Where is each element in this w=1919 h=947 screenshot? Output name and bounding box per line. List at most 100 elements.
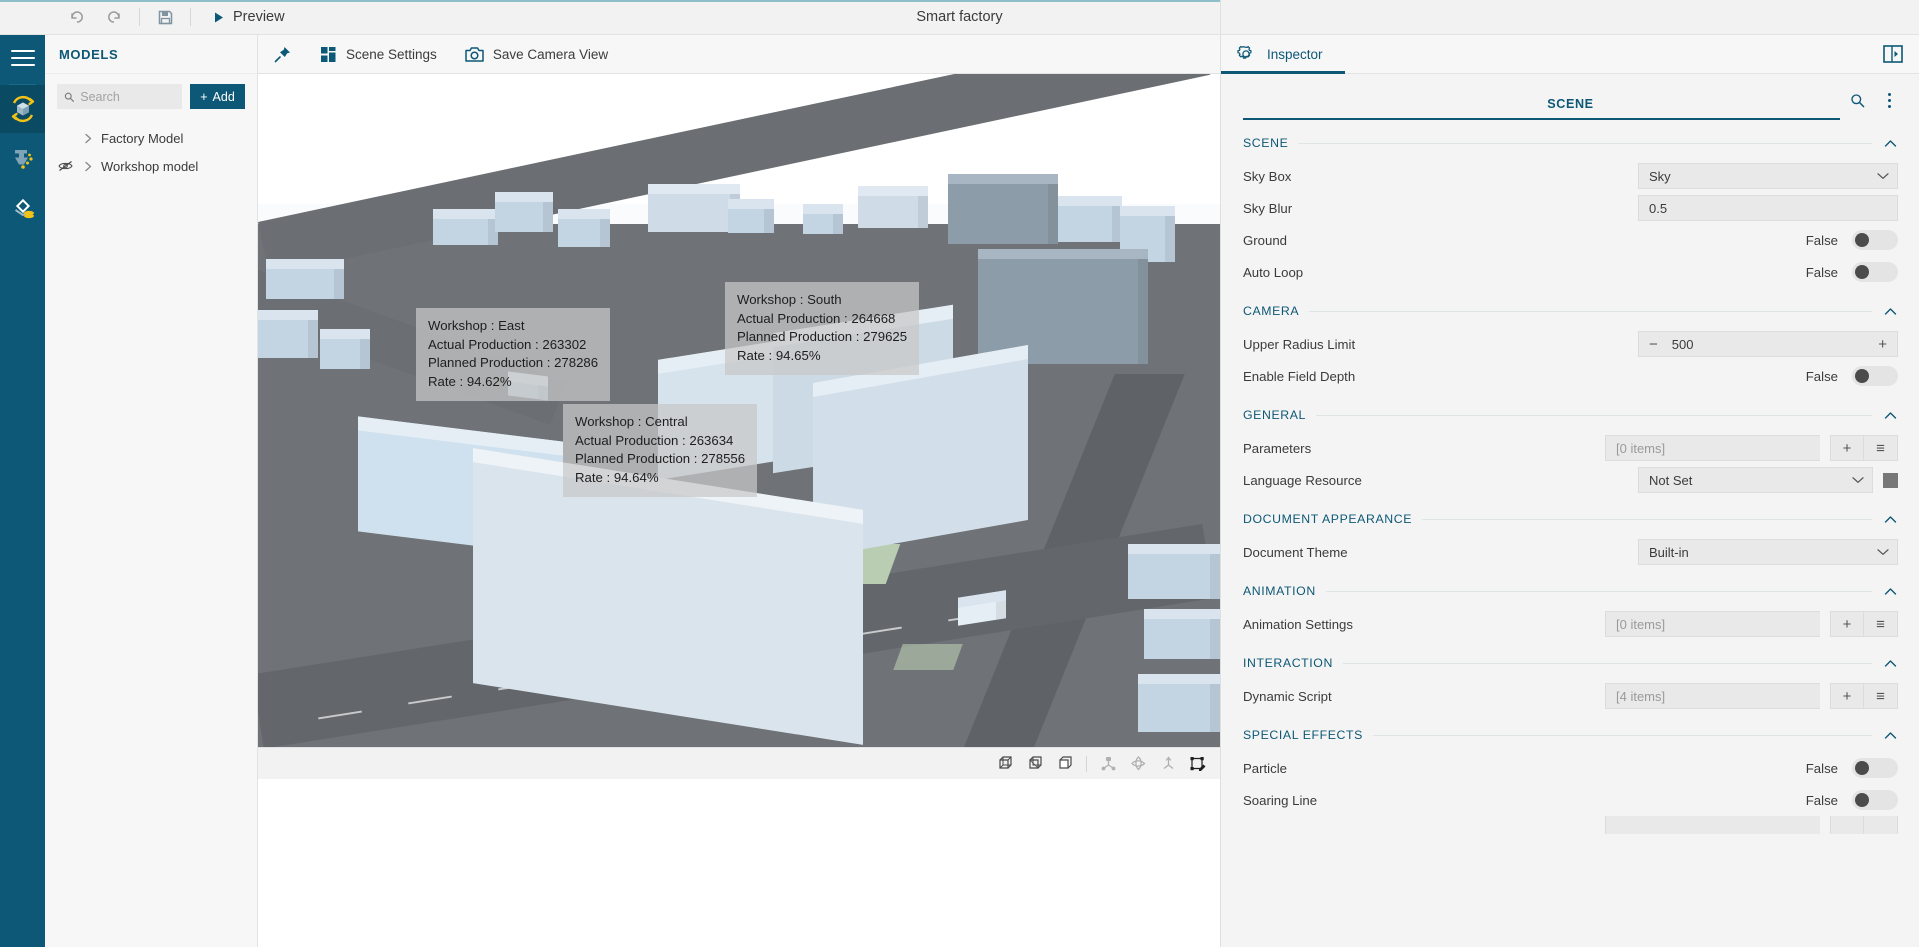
section-header-scene[interactable]: SCENE: [1221, 126, 1919, 160]
scene-toolbar: Scene Settings Save Camera View: [258, 35, 1220, 74]
tab-inspector[interactable]: Inspector: [1221, 35, 1345, 74]
section-header-general[interactable]: GENERAL: [1221, 398, 1919, 432]
list-icon: ≡: [1876, 616, 1885, 633]
label-rate-line: Rate : 94.62%: [428, 373, 598, 392]
chevron-up-icon[interactable]: [1882, 307, 1898, 316]
chevron-down-icon: [1877, 172, 1889, 180]
document-theme-select[interactable]: Built-in: [1638, 539, 1898, 565]
ground-value: False: [1806, 233, 1838, 248]
save-camera-view-button[interactable]: Save Camera View: [451, 35, 622, 74]
scene-tab-label[interactable]: SCENE: [1547, 97, 1593, 111]
enable-field-depth-toggle[interactable]: [1852, 366, 1898, 386]
section-header-camera[interactable]: CAMERA: [1221, 294, 1919, 328]
search-icon[interactable]: [1848, 90, 1866, 110]
next-list-button-truncated[interactable]: [1864, 816, 1898, 834]
dynamic-script-input[interactable]: [4 items]: [1605, 683, 1820, 709]
chevron-up-icon[interactable]: [1882, 515, 1898, 524]
chevron-up-icon[interactable]: [1882, 411, 1898, 420]
parameters-value: [0 items]: [1616, 441, 1665, 456]
scene-settings-button[interactable]: Scene Settings: [306, 35, 451, 74]
section-header-special-effects[interactable]: SPECIAL EFFECTS: [1221, 718, 1919, 752]
label-rate-line: Rate : 94.64%: [575, 469, 745, 488]
chevron-up-icon[interactable]: [1882, 659, 1898, 668]
save-icon: [157, 9, 174, 26]
edit-vertex-icon[interactable]: [1184, 751, 1212, 777]
background-building: [433, 209, 498, 245]
rail-item-models[interactable]: [0, 85, 45, 133]
panel-toggle-icon[interactable]: [1880, 41, 1906, 67]
next-field-truncated[interactable]: [1605, 816, 1820, 834]
add-model-button[interactable]: + Add: [190, 84, 245, 109]
list-icon: ≡: [1876, 688, 1885, 705]
chevron-up-icon[interactable]: [1882, 731, 1898, 740]
search-field[interactable]: [80, 90, 175, 104]
language-resource-value: Not Set: [1649, 473, 1692, 488]
sky-box-select[interactable]: Sky: [1638, 163, 1898, 189]
chevron-up-icon[interactable]: [1882, 139, 1898, 148]
tree-item-workshop-model[interactable]: Workshop model: [45, 152, 257, 180]
animation-list-button[interactable]: ≡: [1864, 611, 1898, 637]
add-script-button[interactable]: +: [1830, 683, 1864, 709]
next-add-button-truncated[interactable]: [1830, 816, 1864, 834]
gear-icon: [1235, 43, 1257, 65]
chevron-right-icon[interactable]: [81, 161, 95, 172]
particle-toggle[interactable]: [1852, 758, 1898, 778]
soaring-line-toggle[interactable]: [1852, 790, 1898, 810]
section-header-interaction[interactable]: INTERACTION: [1221, 646, 1919, 680]
scene-viewport-3d[interactable]: Workshop : East Actual Production : 2633…: [258, 74, 1220, 747]
decrement-button[interactable]: −: [1649, 337, 1658, 352]
upper-radius-limit-stepper[interactable]: − 500 +: [1638, 331, 1898, 357]
label-workshop-south[interactable]: Workshop : South Actual Production : 264…: [725, 282, 919, 375]
rotate-gizmo-icon[interactable]: [1124, 751, 1152, 777]
scene-tab-underline: [1243, 118, 1840, 120]
toolbar-divider-1: [139, 8, 140, 26]
parameters-input[interactable]: [0 items]: [1605, 435, 1820, 461]
background-building: [978, 249, 1148, 364]
preview-button[interactable]: Preview: [205, 5, 293, 29]
plus-icon: +: [1843, 688, 1852, 705]
chevron-down-icon: [1877, 548, 1889, 556]
section-header-document-appearance[interactable]: DOCUMENT APPEARANCE: [1221, 502, 1919, 536]
label-rate-line: Rate : 94.65%: [737, 347, 907, 366]
language-resource-swatch[interactable]: [1883, 473, 1898, 488]
save-button[interactable]: [146, 1, 184, 34]
add-animation-button[interactable]: +: [1830, 611, 1864, 637]
upper-radius-limit-value: 500: [1672, 337, 1878, 352]
eye-hidden-icon[interactable]: [55, 160, 75, 172]
scene-tab-actions: [1848, 90, 1898, 110]
add-parameter-button[interactable]: +: [1830, 435, 1864, 461]
script-list-button[interactable]: ≡: [1864, 683, 1898, 709]
tree-item-factory-model[interactable]: Factory Model: [45, 124, 257, 152]
label-workshop-central[interactable]: Workshop : Central Actual Production : 2…: [563, 404, 757, 497]
pin-icon[interactable]: [258, 35, 306, 74]
undo-button[interactable]: [57, 1, 95, 34]
search-input[interactable]: [57, 84, 182, 109]
box-shaded-icon[interactable]: [1021, 751, 1049, 777]
redo-button[interactable]: [95, 1, 133, 34]
ground-toggle[interactable]: [1852, 230, 1898, 250]
language-resource-select[interactable]: Not Set: [1638, 467, 1873, 493]
move-gizmo-icon[interactable]: [1094, 751, 1122, 777]
rail-item-data[interactable]: [0, 185, 45, 233]
scale-gizmo-icon[interactable]: [1154, 751, 1182, 777]
increment-button[interactable]: +: [1878, 337, 1887, 352]
parameters-list-button[interactable]: ≡: [1864, 435, 1898, 461]
label-workshop-east[interactable]: Workshop : East Actual Production : 2633…: [416, 308, 610, 401]
auto-loop-toggle[interactable]: [1852, 262, 1898, 282]
property-label: Document Theme: [1243, 545, 1423, 560]
hamburger-menu-icon[interactable]: [0, 35, 45, 80]
chevron-right-icon[interactable]: [81, 133, 95, 144]
viewport-toolbar-divider: [1086, 756, 1087, 772]
animation-settings-input[interactable]: [0 items]: [1605, 611, 1820, 637]
property-label: Auto Loop: [1243, 265, 1423, 280]
more-vertical-icon[interactable]: [1880, 90, 1898, 110]
label-actual-line: Actual Production : 263634: [575, 432, 745, 451]
search-icon: [64, 91, 74, 103]
chevron-up-icon[interactable]: [1882, 587, 1898, 596]
section-header-animation[interactable]: ANIMATION: [1221, 574, 1919, 608]
box-wireframe-icon[interactable]: [991, 751, 1019, 777]
sky-blur-input[interactable]: 0.5: [1638, 195, 1898, 221]
rail-item-effects[interactable]: [0, 135, 45, 183]
box-solid-icon[interactable]: [1051, 751, 1079, 777]
sky-blur-value: 0.5: [1649, 201, 1667, 216]
